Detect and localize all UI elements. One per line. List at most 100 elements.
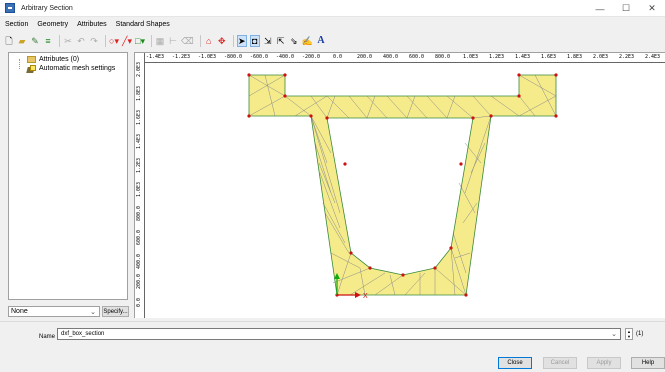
vertex-node <box>433 266 437 270</box>
ruler-tick-label: 1.2E3 <box>489 54 505 60</box>
ruler-tick-label: -1.0E3 <box>198 54 217 60</box>
ruler-tick-label: 200.0 <box>357 54 373 60</box>
ruler-tick-label: 2.0E3 <box>136 61 142 77</box>
eraser-icon[interactable]: ⌫ <box>181 35 194 47</box>
ruler-tick-label: 800.0 <box>136 205 142 221</box>
vertex-node <box>309 114 313 118</box>
vertex-node <box>517 73 521 77</box>
ruler-tick-label: -1.4E3 <box>146 54 165 60</box>
ruler-tick-label: 1.0E3 <box>463 54 479 60</box>
vertex-node <box>283 73 287 77</box>
new-file-icon[interactable]: 🗋 <box>4 35 14 47</box>
edit-pencil-icon[interactable]: ✎ <box>30 35 40 47</box>
ruler-tick-label: 1.6E3 <box>541 54 557 60</box>
layers-icon[interactable]: ≡ <box>43 35 53 47</box>
ruler-tick-label: 1.2E3 <box>136 157 142 173</box>
tree-item-attributes[interactable]: Attributes (0) <box>9 55 127 64</box>
ruler-tick-label: 0.0 <box>136 297 142 307</box>
apply-button[interactable]: Apply <box>587 357 621 369</box>
ruler-tick-label: 400.0 <box>383 54 399 60</box>
select-node-icon[interactable]: ⇲ <box>263 35 273 47</box>
section-fill <box>249 75 556 295</box>
horizontal-ruler: -1.4E3 -1.2E3 -1.0E3 -800.0 -600.0 -400.… <box>135 53 665 63</box>
ruler-tick-label: -600.0 <box>250 54 269 60</box>
menu-geometry[interactable]: Geometry <box>37 21 68 32</box>
text-tool-icon[interactable]: A <box>316 35 326 47</box>
vertex-node <box>459 162 463 166</box>
close-window-button[interactable]: ✕ <box>639 0 665 17</box>
rectangle-tool-icon[interactable]: □▾ <box>135 35 145 47</box>
select-region-icon[interactable]: ⇘ <box>289 35 299 47</box>
specify-button[interactable]: Specify... <box>102 306 129 317</box>
ruler-tick-label: -1.2E3 <box>172 54 191 60</box>
ruler-tick-label: 1.8E3 <box>567 54 583 60</box>
ruler-tick-label: 0.0 <box>333 54 343 60</box>
name-label: Name <box>39 334 56 340</box>
vertex-node <box>401 273 405 277</box>
ruler-tick-label: -400.0 <box>276 54 295 60</box>
ruler-tick-label: 1.4E3 <box>136 133 142 149</box>
chevron-down-icon: ⌄ <box>611 331 617 338</box>
ruler-tick-label: 400.0 <box>136 253 142 269</box>
title-bar: Arbitrary Section — ☐ ✕ <box>0 0 665 17</box>
vertex-node <box>247 114 251 118</box>
filter-select[interactable]: None ⌄ <box>8 306 100 317</box>
dimension-icon[interactable]: ⊢ <box>168 35 178 47</box>
vertical-ruler: 2.0E3 1.8E3 1.6E3 1.4E3 1.2E3 1.0E3 800.… <box>135 53 145 318</box>
toolbar-separator <box>105 35 106 47</box>
help-button[interactable]: Help <box>631 357 665 369</box>
maximize-button[interactable]: ☐ <box>613 0 639 17</box>
select-arrow-icon[interactable]: ➤ <box>236 35 247 47</box>
vertex-node <box>325 116 329 120</box>
line-tool-icon[interactable]: ╱▾ <box>122 35 132 47</box>
vertex-node <box>247 73 251 77</box>
vertex-node <box>489 114 493 118</box>
open-folder-icon[interactable]: ▰ <box>17 35 27 47</box>
ruler-tick-label: 2.0E3 <box>593 54 609 60</box>
vertex-node <box>349 251 353 255</box>
x-axis-label: X <box>363 293 368 300</box>
tree-item-mesh-settings[interactable]: Automatic mesh settings <box>9 64 127 73</box>
minimize-button[interactable]: — <box>587 0 613 17</box>
vertex-node <box>283 94 287 98</box>
menu-bar: Section Geometry Attributes Standard Sha… <box>0 21 179 32</box>
vertex-node <box>449 246 453 250</box>
select-edge-icon[interactable]: ⇱ <box>276 35 286 47</box>
ruler-tick-label: 2.2E3 <box>619 54 635 60</box>
ruler-tick-label: -200.0 <box>302 54 321 60</box>
menu-standard-shapes[interactable]: Standard Shapes <box>116 21 170 32</box>
tree-connector <box>19 59 20 69</box>
section-name-input[interactable]: dxf_box_section ⌄ <box>57 328 621 340</box>
drawing-canvas[interactable]: -1.4E3 -1.2E3 -1.0E3 -800.0 -600.0 -400.… <box>134 52 665 318</box>
ruler-tick-label: 600.0 <box>136 229 142 245</box>
toolbar: 🗋 ▰ ✎ ≡ ✂ ↶ ↷ ○▾ ╱▾ □▾ ▦ ⊢ ⌫ ⌂ ✥ ➤ ◘ ⇲ ⇱… <box>0 33 665 49</box>
tree-item-label: Automatic mesh settings <box>39 65 116 72</box>
cancel-button[interactable]: Cancel <box>543 357 577 369</box>
ruler-tick-label: 1.0E3 <box>136 181 142 197</box>
close-button[interactable]: Close <box>498 357 532 369</box>
circle-tool-icon[interactable]: ○▾ <box>109 35 119 47</box>
section-count: (1) <box>636 331 644 337</box>
tree-item-label: Attributes (0) <box>39 56 80 63</box>
undo-icon[interactable]: ↶ <box>76 35 86 47</box>
vertex-node <box>471 116 475 120</box>
ruler-tick-label: 1.6E3 <box>136 109 142 125</box>
edit-text-icon[interactable]: ✍ <box>302 35 313 47</box>
vertex-node <box>464 293 468 297</box>
redo-icon[interactable]: ↷ <box>89 35 99 47</box>
section-mesh <box>247 73 558 298</box>
vertex-node <box>343 162 347 166</box>
menu-section[interactable]: Section <box>5 21 28 32</box>
menu-attributes[interactable]: Attributes <box>77 21 107 32</box>
section-spinner[interactable]: ▲ ▼ <box>625 328 633 340</box>
vertex-node <box>554 114 558 118</box>
spin-down-icon[interactable]: ▼ <box>627 334 631 339</box>
select-box-icon[interactable]: ◘ <box>249 35 260 47</box>
attributes-tree: Attributes (0) Automatic mesh settings <box>8 52 128 300</box>
window-title: Arbitrary Section <box>21 4 73 12</box>
ruler-tick-label: 1.8E3 <box>136 85 142 101</box>
move-tool-icon[interactable]: ✥ <box>217 35 227 47</box>
table-icon[interactable]: ▦ <box>155 35 165 47</box>
shape-tool-icon[interactable]: ⌂ <box>204 35 214 47</box>
cut-icon[interactable]: ✂ <box>63 35 73 47</box>
